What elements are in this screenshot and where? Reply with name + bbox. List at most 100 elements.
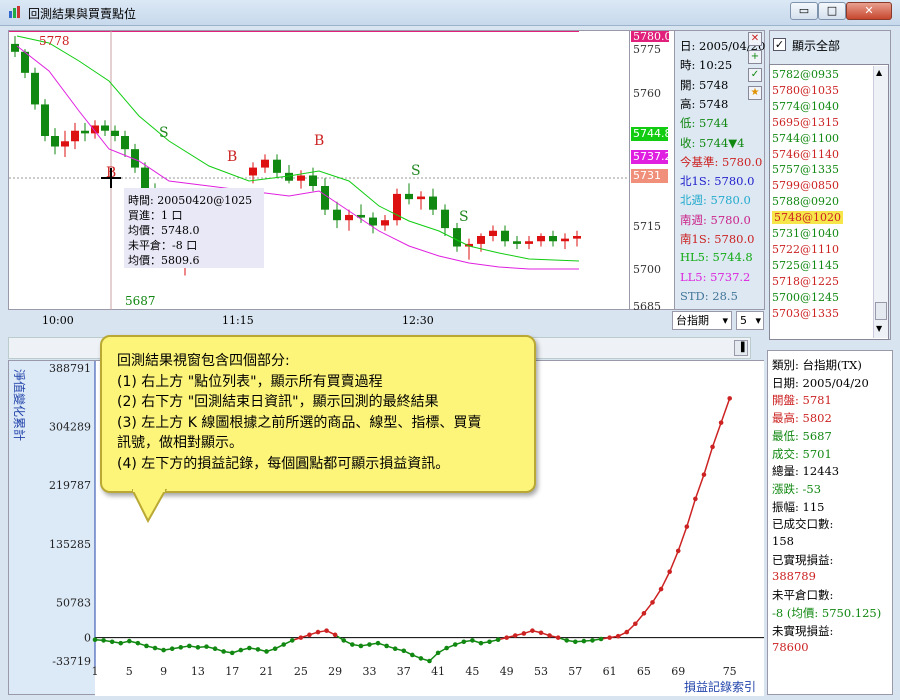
- pnl-point[interactable]: [727, 396, 732, 401]
- pnl-point[interactable]: [667, 569, 672, 575]
- pnl-point[interactable]: [452, 642, 458, 647]
- pnl-point[interactable]: [504, 635, 509, 640]
- pnl-point[interactable]: [538, 630, 544, 636]
- product-select[interactable]: 台指期 ▾: [672, 311, 732, 330]
- pnl-point[interactable]: [358, 643, 364, 649]
- pnl-point[interactable]: [650, 600, 655, 605]
- pnl-point[interactable]: [101, 638, 106, 643]
- pnl-point[interactable]: [109, 639, 115, 645]
- pnl-point[interactable]: [187, 643, 192, 649]
- pnl-point[interactable]: [264, 649, 269, 654]
- pnl-point[interactable]: [718, 420, 724, 425]
- pnl-point[interactable]: [598, 636, 604, 642]
- pnl-point[interactable]: [161, 647, 166, 653]
- interval-select[interactable]: 5 ▾: [736, 311, 764, 330]
- pnl-point[interactable]: [487, 639, 492, 645]
- pnl-point[interactable]: [478, 640, 484, 646]
- point-list-item[interactable]: 5788@0920: [772, 195, 839, 208]
- pnl-point[interactable]: [144, 643, 149, 649]
- pnl-point[interactable]: [693, 496, 698, 502]
- pnl-point[interactable]: [350, 642, 355, 647]
- point-list-item[interactable]: 5695@1315: [772, 116, 839, 129]
- pnl-point[interactable]: [684, 524, 690, 529]
- pnl-point[interactable]: [444, 645, 449, 651]
- candlestick-chart[interactable]: SBSBSB57785687: [9, 30, 631, 311]
- scroll-thumb[interactable]: ▐: [734, 340, 748, 356]
- pnl-point[interactable]: [564, 638, 570, 643]
- pnl-point[interactable]: [135, 640, 141, 646]
- point-list-item[interactable]: 5748@1020: [772, 211, 843, 225]
- pnl-point[interactable]: [435, 650, 441, 656]
- point-list-item[interactable]: 5725@1145: [772, 259, 839, 272]
- pnl-point[interactable]: [221, 649, 226, 654]
- pnl-point[interactable]: [710, 444, 715, 450]
- pnl-point[interactable]: [298, 635, 304, 640]
- pnl-point[interactable]: [495, 637, 501, 642]
- pnl-point[interactable]: [307, 632, 312, 638]
- point-list-item[interactable]: 5780@1035: [772, 84, 839, 97]
- price-chart-panel[interactable]: SBSBSB57785687: [8, 30, 631, 311]
- minimize-button[interactable]: ▭: [790, 2, 818, 20]
- pnl-point[interactable]: [169, 646, 175, 652]
- pnl-point[interactable]: [289, 638, 295, 643]
- pnl-point[interactable]: [272, 646, 278, 652]
- pnl-point[interactable]: [658, 586, 664, 592]
- scroll-down-icon[interactable]: ▼: [876, 324, 882, 333]
- point-list-item[interactable]: 5731@1040: [772, 227, 839, 240]
- pnl-point[interactable]: [255, 647, 261, 652]
- pnl-point[interactable]: [615, 633, 621, 639]
- pnl-point[interactable]: [204, 644, 209, 649]
- point-list-item[interactable]: 5757@1335: [772, 163, 839, 176]
- pnl-point[interactable]: [607, 635, 612, 640]
- pnl-point[interactable]: [573, 639, 578, 645]
- point-list-item[interactable]: 5774@1040: [772, 100, 839, 113]
- add-icon[interactable]: +: [748, 50, 762, 64]
- pnl-point[interactable]: [418, 656, 424, 661]
- pnl-point[interactable]: [547, 633, 552, 638]
- pnl-point[interactable]: [521, 631, 527, 636]
- pnl-point[interactable]: [555, 635, 561, 640]
- point-list-item[interactable]: 5722@1110: [772, 243, 839, 256]
- pnl-point[interactable]: [229, 650, 235, 656]
- pnl-point[interactable]: [195, 645, 201, 650]
- pnl-point[interactable]: [633, 621, 638, 627]
- scroll-thumb[interactable]: [875, 302, 887, 320]
- pnl-point[interactable]: [701, 472, 707, 477]
- pnl-point[interactable]: [427, 658, 432, 664]
- pnl-point[interactable]: [127, 638, 132, 644]
- pnl-point[interactable]: [238, 647, 244, 653]
- pnl-point[interactable]: [315, 629, 321, 635]
- pnl-point[interactable]: [470, 638, 475, 643]
- pnl-point[interactable]: [281, 642, 286, 647]
- point-list-item[interactable]: 5700@1245: [772, 291, 839, 304]
- pnl-point[interactable]: [118, 640, 124, 646]
- pnl-point[interactable]: [367, 642, 372, 647]
- pnl-point[interactable]: [375, 640, 381, 646]
- pnl-point[interactable]: [384, 643, 389, 649]
- scroll-up-icon[interactable]: ▲: [876, 68, 882, 77]
- pnl-point[interactable]: [341, 638, 347, 643]
- point-list-scrollbar[interactable]: ▲ ▼: [873, 66, 888, 338]
- maximize-button[interactable]: □: [818, 2, 846, 20]
- pnl-point[interactable]: [641, 611, 647, 616]
- check-icon[interactable]: ✓: [748, 68, 762, 82]
- star-icon[interactable]: ★: [748, 86, 762, 100]
- point-list-item[interactable]: 5799@0850: [772, 179, 839, 192]
- pnl-point[interactable]: [410, 652, 415, 658]
- pnl-point[interactable]: [332, 632, 338, 638]
- point-list-item[interactable]: 5703@1335: [772, 307, 839, 320]
- point-list-item[interactable]: 5746@1140: [772, 148, 839, 161]
- point-list-item[interactable]: 5782@0935: [772, 68, 839, 81]
- pnl-point[interactable]: [212, 646, 218, 652]
- pnl-point[interactable]: [392, 646, 398, 652]
- pnl-point[interactable]: [92, 637, 98, 642]
- pnl-point[interactable]: [178, 645, 184, 650]
- pnl-point[interactable]: [401, 648, 407, 654]
- pnl-point[interactable]: [624, 629, 630, 635]
- point-list-item[interactable]: 5718@1225: [772, 275, 839, 288]
- point-list-item[interactable]: 5744@1100: [772, 132, 839, 145]
- close-button[interactable]: ✕: [846, 2, 892, 20]
- pnl-point[interactable]: [152, 645, 158, 651]
- pnl-point[interactable]: [581, 638, 587, 644]
- remove-icon[interactable]: ✕: [748, 32, 762, 46]
